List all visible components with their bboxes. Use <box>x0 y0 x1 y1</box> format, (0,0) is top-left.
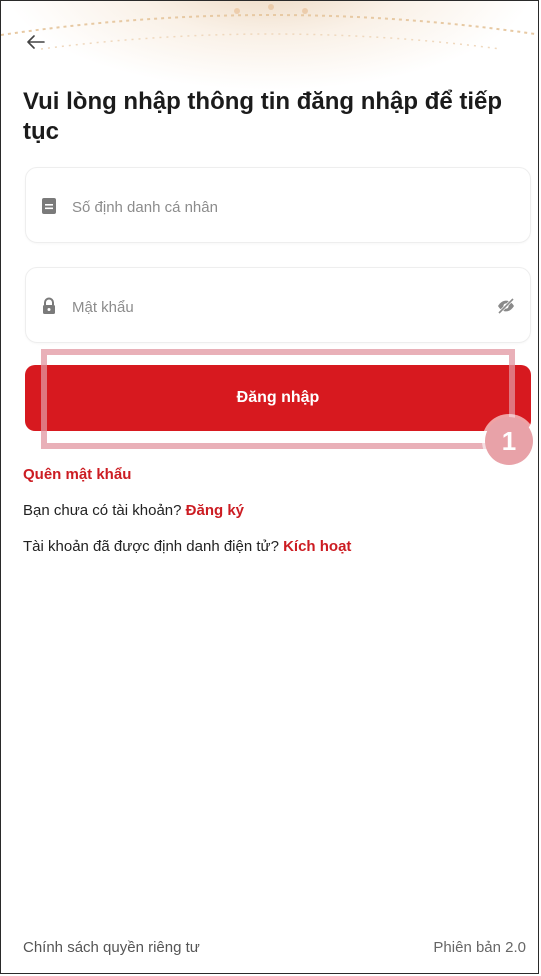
page-title: Vui lòng nhập thông tin đăng nhập để tiế… <box>23 88 503 145</box>
password-input[interactable] <box>70 288 474 326</box>
back-button[interactable] <box>21 27 51 57</box>
privacy-policy-link[interactable]: Chính sách quyền riêng tư <box>23 939 200 956</box>
step-number-badge: 1 <box>485 417 533 465</box>
id-number-field[interactable] <box>25 167 531 243</box>
app-screen: Vui lòng nhập thông tin đăng nhập để tiế… <box>0 0 539 974</box>
id-number-input[interactable] <box>70 188 474 226</box>
register-prompt: Bạn chưa có tài khoản? <box>23 502 186 519</box>
eye-off-icon[interactable] <box>496 296 516 316</box>
version-label: Phiên bản 2.0 <box>433 939 526 956</box>
register-line: Bạn chưa có tài khoản? Đăng ký <box>23 502 244 519</box>
password-field[interactable] <box>25 267 531 343</box>
forgot-password-link[interactable]: Quên mật khẩu <box>23 466 131 483</box>
arrow-left-icon <box>27 35 45 49</box>
register-link[interactable]: Đăng ký <box>186 502 244 519</box>
lock-icon <box>43 297 55 314</box>
login-button[interactable]: Đăng nhập <box>25 365 531 431</box>
header-decoration <box>1 1 538 91</box>
id-card-icon <box>42 198 56 214</box>
activate-link[interactable]: Kích hoạt <box>283 538 351 555</box>
activate-prompt: Tài khoản đã được định danh điện tử? <box>23 538 284 555</box>
activate-line: Tài khoản đã được định danh điện tử? Kíc… <box>23 538 351 555</box>
